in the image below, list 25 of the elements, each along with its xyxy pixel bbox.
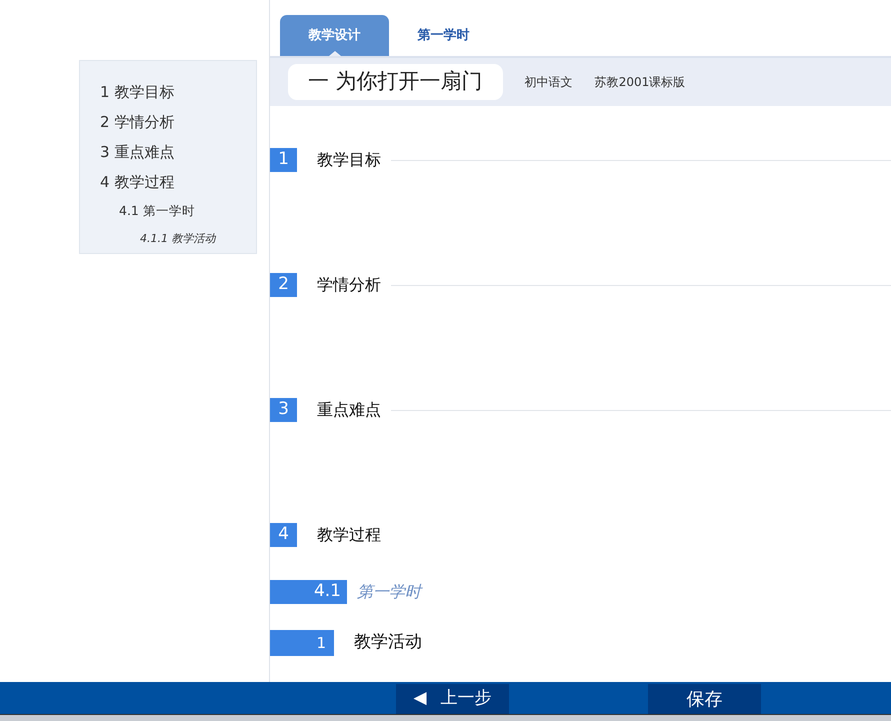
section-number: 3	[270, 398, 297, 422]
outline-link[interactable]: 2 学情分析	[100, 107, 174, 137]
section-title: 学情分析	[317, 274, 381, 296]
edition-label: 苏教2001课标版	[594, 74, 686, 91]
tab[interactable]: 第一学时	[389, 15, 498, 56]
outline-link[interactable]: 1 教学目标	[100, 77, 174, 107]
section-title: 教学活动	[354, 631, 422, 654]
section-number: 4.1	[270, 580, 347, 604]
back-button[interactable]: ◀ 上一步	[396, 684, 509, 714]
outline-link[interactable]: 4 教学过程	[100, 167, 174, 197]
section-number: 1	[270, 630, 334, 656]
section-title: 重点难点	[317, 399, 381, 421]
outline-link[interactable]: 4.1.1 教学活动	[140, 228, 216, 250]
outline-link[interactable]: 3 重点难点	[100, 137, 174, 167]
outline-link[interactable]: 4.1 第一学时	[119, 197, 195, 225]
section-title: 教学目标	[317, 149, 381, 171]
section-number: 1	[270, 148, 297, 172]
section-number: 4	[270, 523, 297, 547]
section-title: 教学过程	[317, 524, 381, 546]
section-title: 第一学时	[357, 581, 421, 603]
subject-label: 初中语文	[524, 74, 573, 91]
back-icon: ◀	[413, 686, 427, 712]
section-number: 2	[270, 273, 297, 297]
lesson-title: 一 为你打开一扇门	[288, 64, 503, 100]
save-button[interactable]: 保存	[648, 684, 761, 714]
